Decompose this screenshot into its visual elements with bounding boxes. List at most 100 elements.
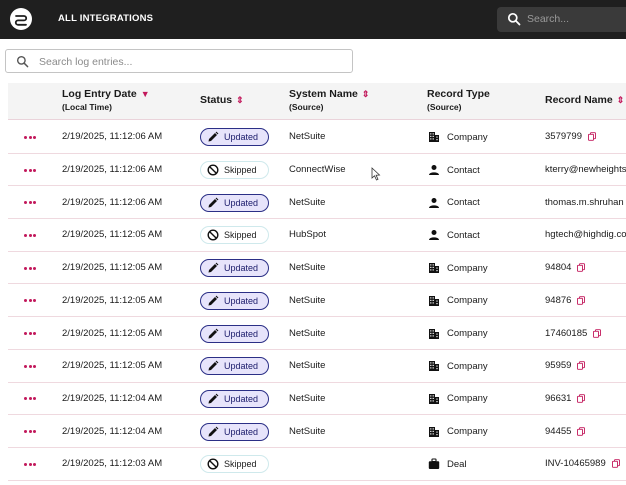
table-row[interactable]: 2/19/2025, 11:12:06 AM Updated NetSuite Con… <box>8 186 626 220</box>
pencil-icon <box>207 360 224 372</box>
record-type-label: Deal <box>447 458 467 470</box>
cell-record-type: Company <box>428 295 488 307</box>
table-row[interactable]: 2/19/2025, 11:12:05 AM Updated NetSuite Com… <box>8 317 626 350</box>
global-search-input[interactable]: Search... <box>497 7 626 32</box>
pencil-icon <box>207 197 224 209</box>
header-record-type[interactable]: Record Type (Source) <box>427 88 490 112</box>
cell-log-entry-date: 2/19/2025, 11:12:05 AM <box>62 229 163 241</box>
status-label: Updated <box>224 361 259 372</box>
status-badge: Updated <box>200 389 269 408</box>
row-actions-menu-icon[interactable] <box>24 135 38 140</box>
record-type-label: Company <box>447 426 488 438</box>
log-search-input[interactable]: Search log entries... <box>5 49 353 73</box>
row-actions-menu-icon[interactable] <box>24 168 38 173</box>
sort-icon[interactable]: ⇕ <box>617 95 625 105</box>
row-actions-menu-icon[interactable] <box>24 364 38 369</box>
nav-all-integrations[interactable]: ALL INTEGRATIONS <box>58 13 153 24</box>
cell-record-name[interactable]: 3579799 <box>545 131 596 142</box>
copy-icon[interactable] <box>582 131 596 142</box>
record-name-text: kterry@newheights <box>545 164 626 176</box>
status-label: Updated <box>224 295 259 306</box>
cell-record-type: Company <box>428 360 488 372</box>
sort-icon[interactable]: ⇕ <box>236 95 244 105</box>
table-row[interactable]: 2/19/2025, 11:12:04 AM Updated NetSuite Com… <box>8 415 626 448</box>
header-status-label: Status <box>200 94 233 106</box>
cell-record-name[interactable]: hgtech@highdig.co <box>545 229 626 240</box>
cell-system-name: NetSuite <box>289 131 326 143</box>
row-actions-menu-icon[interactable] <box>24 299 38 303</box>
header-date-sub: (Local Time) <box>62 102 112 112</box>
header-log-entry-date[interactable]: Log Entry Date ▼ (Local Time) <box>62 88 150 112</box>
table-row[interactable]: 2/19/2025, 11:12:05 AM Updated NetSuite Com… <box>8 252 626 285</box>
cell-record-name[interactable]: INV-10465989 <box>545 458 620 469</box>
record-type-label: Contact <box>447 229 480 241</box>
record-type-label: Contact <box>447 164 480 176</box>
status-label: Updated <box>224 426 259 437</box>
sort-icon[interactable]: ⇕ <box>362 89 370 99</box>
table-row[interactable]: 2/19/2025, 11:12:05 AM Updated NetSuite Com… <box>8 350 626 383</box>
cell-log-entry-date: 2/19/2025, 11:12:05 AM <box>62 294 163 306</box>
cell-record-name[interactable]: 17460185 <box>545 328 602 339</box>
record-type-label: Company <box>447 393 488 405</box>
header-record-name[interactable]: Record Name ⇕ <box>545 94 624 106</box>
building-icon <box>428 360 447 372</box>
record-type-label: Company <box>447 262 488 274</box>
row-actions-menu-icon[interactable] <box>24 397 38 401</box>
status-label: Updated <box>224 263 259 274</box>
cell-record-name[interactable]: kterry@newheights <box>545 164 626 175</box>
table-row[interactable]: 2/19/2025, 11:12:05 AM Skipped HubSpot Cont… <box>8 219 626 252</box>
copy-icon[interactable] <box>571 426 586 437</box>
copy-icon[interactable] <box>571 360 586 371</box>
cell-log-entry-date: 2/19/2025, 11:12:04 AM <box>62 392 163 404</box>
cell-record-name[interactable]: 94876 <box>545 294 586 306</box>
building-icon <box>428 426 447 438</box>
table-row[interactable]: 2/19/2025, 11:12:03 AM Skipped Deal INV-104… <box>8 448 626 481</box>
status-badge: Updated <box>200 128 269 147</box>
row-actions-menu-icon[interactable] <box>24 332 38 336</box>
record-type-label: Company <box>447 360 488 372</box>
copy-icon[interactable] <box>606 458 620 469</box>
app-logo-icon[interactable] <box>10 8 32 30</box>
copy-icon[interactable] <box>571 393 586 404</box>
header-status[interactable]: Status ⇕ <box>200 94 244 106</box>
row-actions-menu-icon[interactable] <box>24 201 38 205</box>
copy-icon[interactable] <box>571 262 586 273</box>
status-badge: Updated <box>200 193 269 212</box>
cell-system-name: NetSuite <box>289 196 326 208</box>
copy-icon[interactable] <box>587 328 602 339</box>
building-icon <box>428 393 447 405</box>
header-date-label: Log Entry Date <box>62 88 137 100</box>
table-row[interactable]: 2/19/2025, 11:12:06 AM Updated NetSuite Com… <box>8 121 626 154</box>
row-actions-menu-icon[interactable] <box>24 266 38 271</box>
header-system-label: System Name <box>289 88 358 100</box>
building-icon <box>428 295 447 307</box>
table-row[interactable]: 2/19/2025, 11:12:05 AM Updated NetSuite Com… <box>8 285 626 318</box>
cell-log-entry-date: 2/19/2025, 11:12:06 AM <box>62 131 163 143</box>
sort-desc-icon[interactable]: ▼ <box>141 89 150 99</box>
row-actions-menu-icon[interactable] <box>24 430 38 434</box>
cell-record-type: Company <box>428 131 488 143</box>
cell-record-name[interactable]: thomas.m.shruhan <box>545 197 624 208</box>
cell-record-name[interactable]: 94455 <box>545 426 586 437</box>
header-system-name[interactable]: System Name ⇕ (Source) <box>289 88 369 112</box>
log-search-placeholder: Search log entries... <box>39 56 133 68</box>
pencil-icon <box>207 262 224 274</box>
pencil-icon <box>207 393 224 405</box>
record-name-text: 94876 <box>545 294 572 306</box>
building-icon <box>428 131 447 143</box>
row-actions-menu-icon[interactable] <box>24 462 38 467</box>
cell-system-name: NetSuite <box>289 294 326 306</box>
row-actions-menu-icon[interactable] <box>24 233 38 238</box>
copy-icon[interactable] <box>571 295 586 306</box>
cell-record-type: Company <box>428 262 488 274</box>
table-row[interactable]: 2/19/2025, 11:12:06 AM Skipped ConnectWise… <box>8 154 626 187</box>
cell-record-name[interactable]: 95959 <box>545 360 586 371</box>
record-name-text: INV-10465989 <box>545 458 606 470</box>
record-type-label: Company <box>447 131 488 143</box>
cell-record-name[interactable]: 94804 <box>545 262 586 273</box>
person-icon <box>428 197 447 209</box>
record-name-text: 96631 <box>545 392 572 404</box>
status-badge: Updated <box>200 422 269 441</box>
cell-record-name[interactable]: 96631 <box>545 392 586 404</box>
table-row[interactable]: 2/19/2025, 11:12:04 AM Updated NetSuite Com… <box>8 383 626 416</box>
